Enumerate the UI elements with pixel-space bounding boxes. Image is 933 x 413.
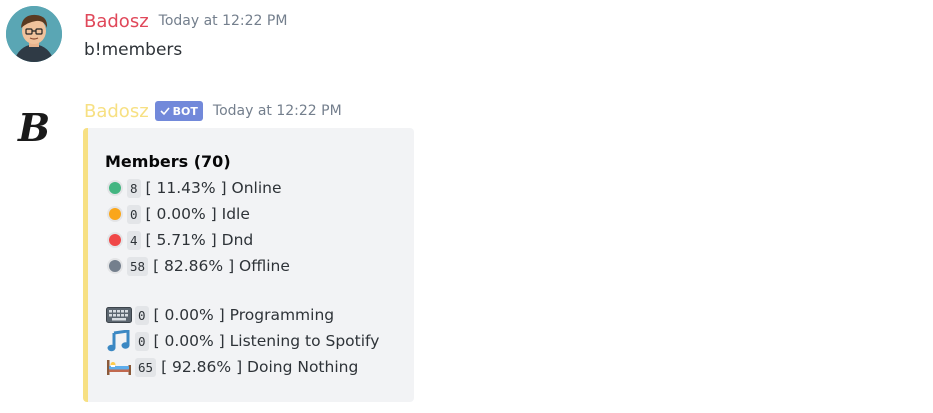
activity-text: [ 92.86% ] Doing Nothing — [161, 358, 359, 376]
activity-row-nothing: 65 [ 92.86% ] Doing Nothing — [105, 355, 358, 379]
member-count: 4 — [127, 230, 141, 250]
activity-text: [ 0.00% ] Programming — [153, 306, 335, 324]
verified-check-icon — [160, 107, 170, 116]
keyboard-icon — [105, 304, 133, 326]
music-note-icon — [105, 330, 133, 352]
user-avatar-image — [6, 6, 62, 62]
svg-text:B: B — [17, 105, 50, 150]
message-user: Badosz Today at 12:22 PM b!members — [0, 0, 933, 80]
member-count: 0 — [127, 204, 141, 224]
member-count: 0 — [135, 305, 149, 325]
dnd-status-icon — [109, 234, 121, 246]
bed-icon — [105, 356, 133, 378]
embed: Members (70) 8 [ 11.43% ] Online 0 [ 0.0… — [83, 128, 414, 402]
status-row-dnd: 4 [ 5.71% ] Dnd — [105, 228, 253, 252]
message-content: b!members — [84, 40, 183, 60]
status-text: [ 5.71% ] Dnd — [145, 231, 254, 249]
member-count: 8 — [127, 178, 141, 198]
embed-title: Members (70) — [105, 152, 231, 171]
status-row-idle: 0 [ 0.00% ] Idle — [105, 202, 250, 226]
offline-status-icon — [109, 260, 121, 272]
bot-avatar[interactable]: B — [6, 96, 62, 152]
activity-row-programming: 0 [ 0.00% ] Programming — [105, 303, 334, 327]
member-count: 0 — [135, 331, 149, 351]
author-name[interactable]: Badosz — [84, 11, 149, 32]
idle-status-icon — [109, 208, 121, 220]
status-row-offline: 58 [ 82.86% ] Offline — [105, 254, 290, 278]
member-count: 65 — [135, 357, 157, 377]
timestamp: Today at 12:22 PM — [212, 103, 342, 119]
message-bot: B Badosz BOT Today at 12:22 PM Members (… — [0, 90, 933, 413]
status-text: [ 82.86% ] Offline — [153, 257, 290, 275]
author-name[interactable]: Badosz — [84, 101, 149, 122]
activity-row-spotify: 0 [ 0.00% ] Listening to Spotify — [105, 329, 379, 353]
bot-tag-label: BOT — [172, 104, 198, 118]
online-status-icon — [109, 182, 121, 194]
status-text: [ 0.00% ] Idle — [145, 205, 250, 223]
user-avatar[interactable] — [6, 6, 62, 62]
bot-tag: BOT — [154, 101, 203, 121]
bot-logo-icon: B — [6, 96, 62, 152]
status-text: [ 11.43% ] Online — [145, 179, 282, 197]
member-count: 58 — [127, 256, 149, 276]
status-row-online: 8 [ 11.43% ] Online — [105, 176, 282, 200]
message-header: Badosz BOT Today at 12:22 PM — [84, 100, 342, 122]
timestamp: Today at 12:22 PM — [158, 13, 288, 29]
message-header: Badosz Today at 12:22 PM — [84, 10, 287, 32]
activity-text: [ 0.00% ] Listening to Spotify — [153, 332, 380, 350]
